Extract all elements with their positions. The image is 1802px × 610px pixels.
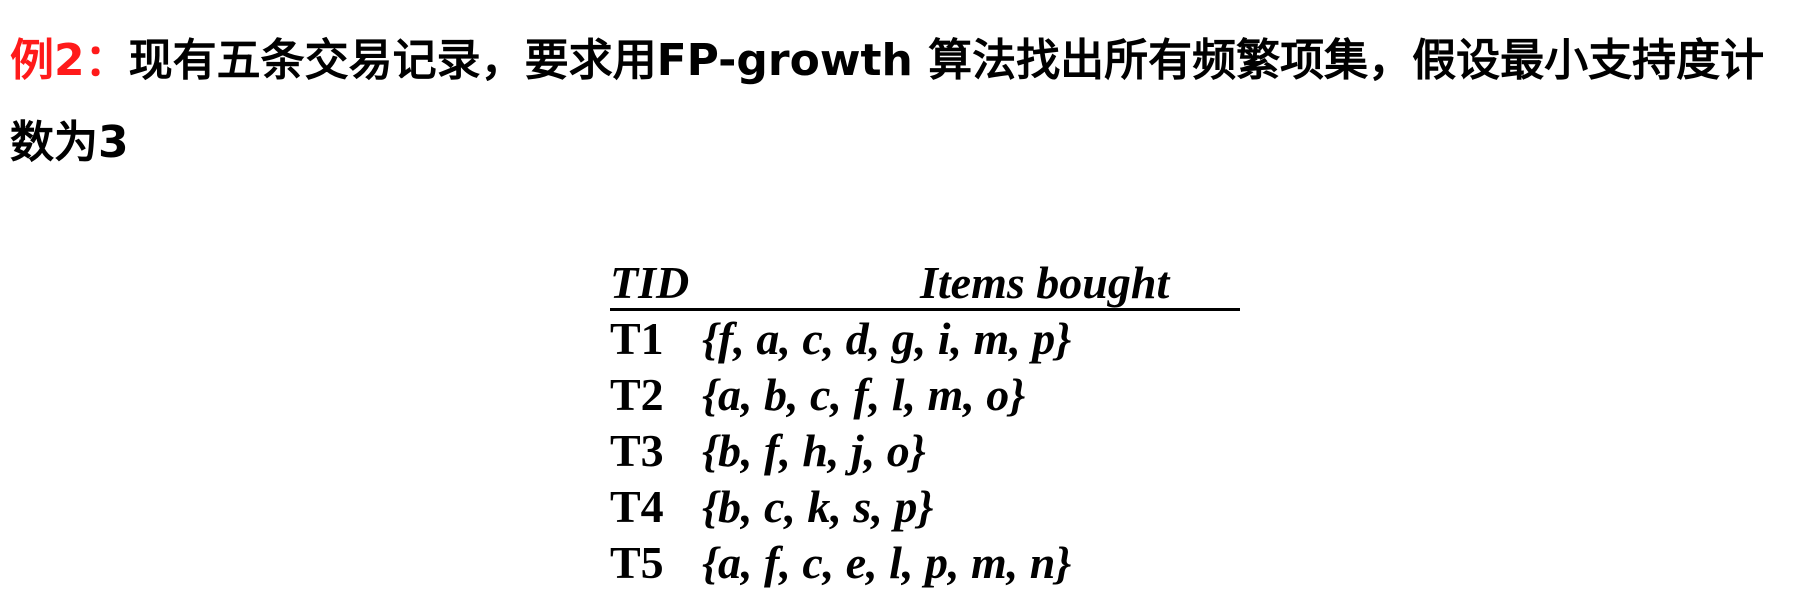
table-row: T1 {f, a, c, d, g, i, m, p}	[610, 311, 1240, 367]
problem-text: 现有五条交易记录，要求用FP-growth 算法找出所有频繁项集，假设最小支持度…	[10, 35, 1765, 168]
table-header: TID Items bought	[610, 258, 1240, 311]
row-tid: T2	[610, 369, 664, 420]
row-tid: T3	[610, 425, 664, 476]
row-tid: T1	[610, 313, 664, 364]
table-row: T4 {b, c, k, s, p}	[610, 479, 1240, 535]
table-row: T3 {b, f, h, j, o}	[610, 423, 1240, 479]
table-row: T2 {a, b, c, f, l, m, o}	[610, 367, 1240, 423]
header-items-bought: Items bought	[920, 257, 1170, 308]
row-items: {b, c, k, s, p}	[702, 481, 934, 532]
row-tid: T5	[610, 537, 664, 588]
row-items: {b, f, h, j, o}	[702, 425, 926, 476]
example-label: 例2：	[10, 35, 129, 86]
row-items: {a, b, c, f, l, m, o}	[702, 369, 1026, 420]
transaction-table: TID Items bought T1 {f, a, c, d, g, i, m…	[610, 258, 1240, 591]
row-tid: T4	[610, 481, 664, 532]
header-tid: TID	[610, 257, 690, 308]
problem-statement: 例2：现有五条交易记录，要求用FP-growth 算法找出所有频繁项集，假设最小…	[10, 20, 1790, 184]
row-items: {a, f, c, e, l, p, m, n}	[702, 537, 1072, 588]
table-row: T5 {a, f, c, e, l, p, m, n}	[610, 535, 1240, 591]
row-items: {f, a, c, d, g, i, m, p}	[702, 313, 1072, 364]
